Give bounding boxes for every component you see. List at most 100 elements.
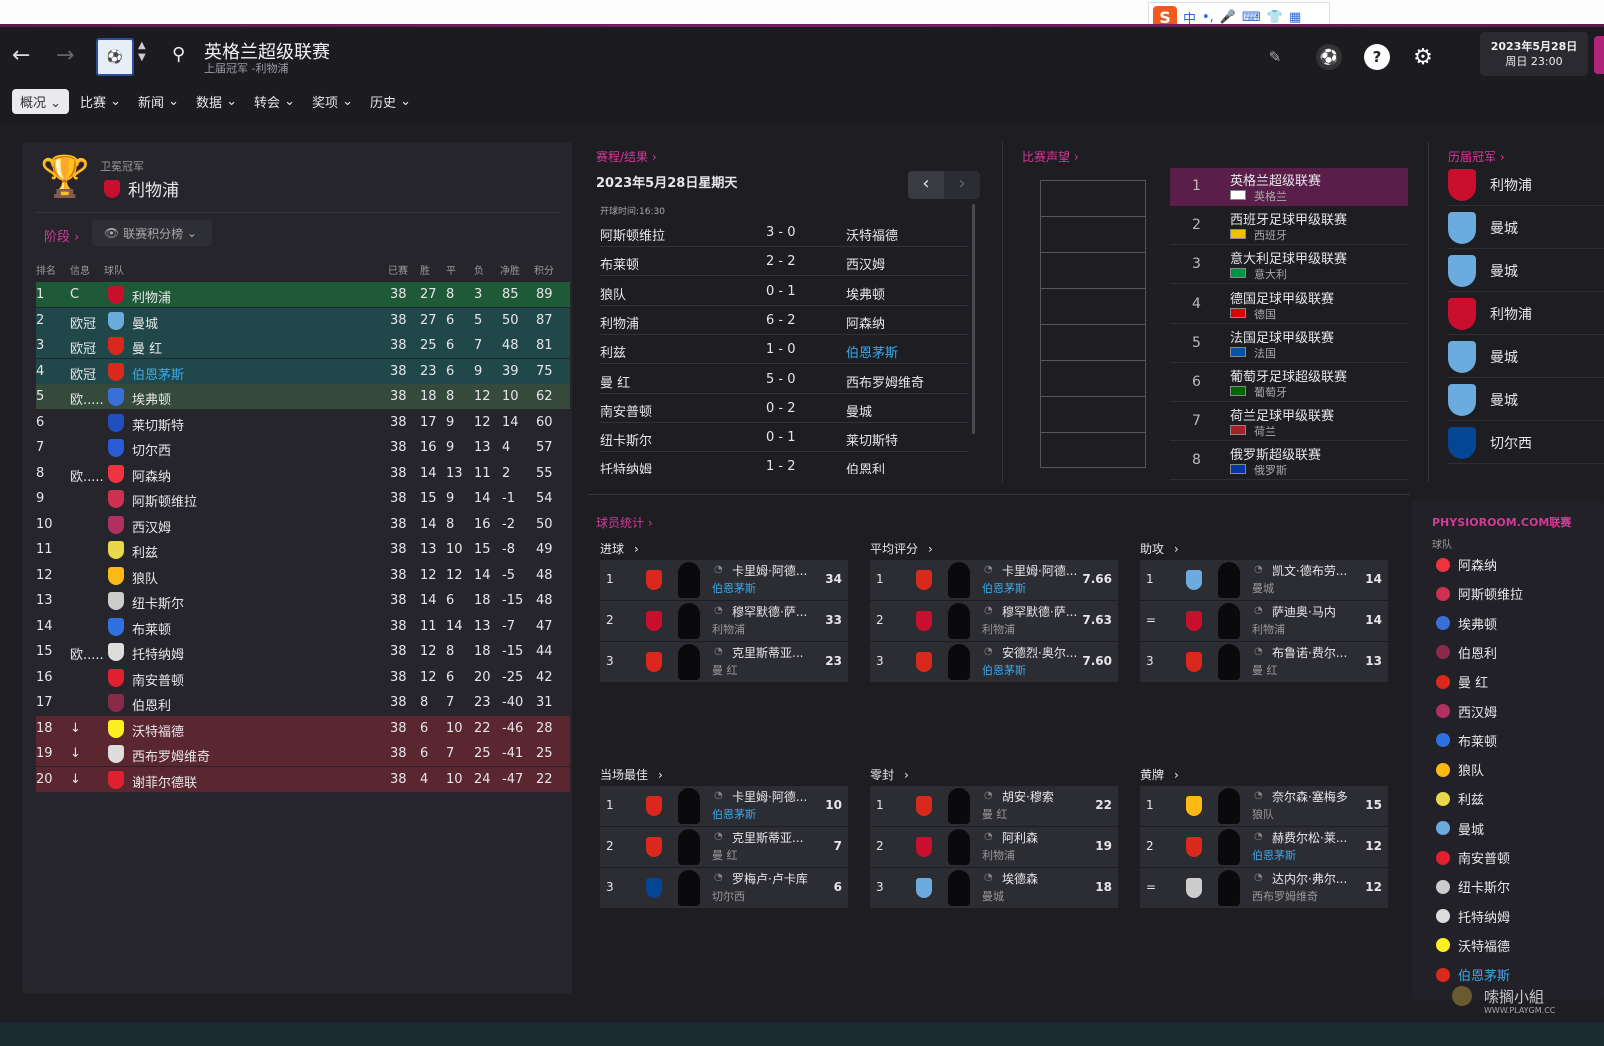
player-name[interactable]: 卡里姆·阿德... bbox=[1002, 562, 1077, 579]
fixture-score[interactable]: 2 - 2 bbox=[766, 254, 796, 269]
player-club[interactable]: 曼 红 bbox=[1252, 662, 1278, 678]
physio-team-row[interactable]: 伯恩利 bbox=[1432, 638, 1604, 667]
fixture-row[interactable]: 利兹 1 - 0 伯恩茅斯 bbox=[600, 335, 968, 365]
physio-team-row[interactable]: 阿森纳 bbox=[1432, 550, 1604, 579]
champion-team[interactable]: 利物浦 bbox=[104, 176, 179, 201]
physio-team-name[interactable]: 伯恩利 bbox=[1458, 643, 1497, 662]
fixture-row[interactable]: 曼 红 5 - 0 西布罗姆维奇 bbox=[600, 365, 968, 394]
reputation-row[interactable]: 6 葡萄牙足球超级联赛 葡萄牙 bbox=[1170, 364, 1408, 402]
fixture-row[interactable]: 南安普顿 0 - 2 曼城 bbox=[600, 394, 968, 423]
table-row[interactable]: 17 伯恩利 38 8 7 23 -40 31 bbox=[36, 690, 570, 715]
fixture-away[interactable]: 沃特福德 bbox=[846, 225, 898, 244]
ime-keyboard-icon[interactable]: ⌨ bbox=[1242, 10, 1261, 25]
edit-icon[interactable]: ✎ bbox=[1262, 44, 1288, 70]
reputation-name[interactable]: 法国足球甲级联赛 bbox=[1230, 327, 1334, 346]
player-club[interactable]: 曼城 bbox=[982, 888, 1004, 904]
champion-team-name[interactable]: 曼城 bbox=[1490, 261, 1518, 281]
reputation-row[interactable]: 2 西班牙足球甲级联赛 西班牙 bbox=[1170, 207, 1408, 246]
reputation-row[interactable]: 4 德国足球甲级联赛 德国 bbox=[1170, 286, 1408, 324]
player-name[interactable]: 胡安·穆索 bbox=[1002, 788, 1054, 805]
player-club[interactable]: 利物浦 bbox=[1252, 621, 1285, 637]
player-club[interactable]: 伯恩茅斯 bbox=[982, 580, 1026, 596]
player-club[interactable]: 利物浦 bbox=[712, 621, 745, 637]
player-club[interactable]: 利物浦 bbox=[982, 847, 1015, 863]
menu-tab-history[interactable]: 历史 ⌄ bbox=[370, 87, 411, 115]
fixture-row[interactable]: 托特纳姆 1 - 2 伯恩利 bbox=[600, 452, 968, 474]
reputation-name[interactable]: 西班牙足球甲级联赛 bbox=[1230, 209, 1347, 228]
table-row[interactable]: 18 ↓ 沃特福德 38 6 10 22 -46 28 bbox=[36, 715, 570, 741]
player-name[interactable]: 穆罕默德·萨... bbox=[732, 603, 807, 620]
fixture-away[interactable]: 伯恩茅斯 bbox=[846, 342, 898, 361]
player-stat-row[interactable]: 3 ◔ 埃德森 曼城 18 bbox=[870, 868, 1118, 908]
fixture-home[interactable]: 利兹 bbox=[600, 342, 626, 361]
player-stat-row[interactable]: 1 ◔ 卡里姆·阿德... 伯恩茅斯 10 bbox=[600, 786, 848, 826]
table-row[interactable]: 6 莱切斯特 38 17 9 12 14 60 bbox=[36, 410, 570, 435]
physio-team-name[interactable]: 沃特福德 bbox=[1458, 936, 1510, 955]
row-team[interactable]: 利物浦 bbox=[132, 287, 171, 306]
table-header-cell[interactable]: 平 bbox=[446, 262, 456, 277]
table-header-cell[interactable]: 排名 bbox=[36, 262, 56, 277]
player-club[interactable]: 伯恩茅斯 bbox=[982, 662, 1026, 678]
reputation-row[interactable]: 5 法国足球甲级联赛 法国 bbox=[1170, 325, 1408, 363]
fixture-row[interactable]: 阿斯顿维拉 3 - 0 沃特福德 bbox=[600, 218, 968, 247]
fixture-score[interactable]: 0 - 2 bbox=[766, 401, 796, 416]
fixture-row[interactable]: 纽卡斯尔 0 - 1 莱切斯特 bbox=[600, 423, 968, 453]
champion-team-name[interactable]: 曼城 bbox=[1490, 218, 1518, 238]
player-stat-row[interactable]: = ◔ 达内尔·弗尔... 西布罗姆维奇 12 bbox=[1140, 868, 1388, 908]
player-club[interactable]: 伯恩茅斯 bbox=[712, 806, 756, 822]
table-header-cell[interactable]: 球队 bbox=[104, 262, 124, 277]
stat-group-title[interactable]: 零封 › bbox=[870, 766, 909, 783]
reputation-link[interactable]: 比赛声望 › bbox=[1022, 148, 1079, 165]
physio-team-row[interactable]: 托特纳姆 bbox=[1432, 902, 1604, 931]
player-stat-row[interactable]: 3 ◔ 罗梅卢·卢卡库 切尔西 6 bbox=[600, 868, 848, 908]
physio-team-name[interactable]: 南安普顿 bbox=[1458, 848, 1510, 867]
fixture-home[interactable]: 阿斯顿维拉 bbox=[600, 225, 665, 244]
row-team[interactable]: 南安普顿 bbox=[132, 670, 184, 689]
player-club[interactable]: 曼 红 bbox=[982, 806, 1008, 822]
ime-mic-icon[interactable]: 🎤 bbox=[1220, 10, 1236, 25]
row-team[interactable]: 曼 红 bbox=[132, 338, 162, 357]
physio-team-name[interactable]: 狼队 bbox=[1458, 760, 1484, 779]
fixture-away[interactable]: 西汉姆 bbox=[846, 254, 885, 273]
player-stat-row[interactable]: 1 ◔ 凯文·德布劳... 曼城 14 bbox=[1140, 560, 1388, 600]
reputation-name[interactable]: 葡萄牙足球超级联赛 bbox=[1230, 366, 1347, 385]
player-club[interactable]: 伯恩茅斯 bbox=[712, 580, 756, 596]
reputation-name[interactable]: 俄罗斯超级联赛 bbox=[1230, 444, 1321, 463]
row-team[interactable]: 西布罗姆维奇 bbox=[132, 746, 210, 765]
fixture-away[interactable]: 莱切斯特 bbox=[846, 430, 898, 449]
search-icon[interactable]: ⚲ bbox=[172, 44, 185, 65]
player-stat-row[interactable]: 2 ◔ 克里斯蒂亚... 曼 红 7 bbox=[600, 827, 848, 867]
player-name[interactable]: 卡里姆·阿德... bbox=[732, 562, 807, 579]
stat-group-title[interactable]: 进球 › bbox=[600, 540, 639, 557]
reputation-row[interactable]: 1 英格兰超级联赛 英格兰 bbox=[1170, 168, 1408, 206]
reputation-row[interactable]: 8 俄罗斯超级联赛 俄罗斯 bbox=[1170, 442, 1408, 481]
row-team[interactable]: 阿森纳 bbox=[132, 466, 171, 485]
player-stat-row[interactable]: = ◔ 萨迪奥·马内 利物浦 14 bbox=[1140, 601, 1388, 641]
champion-row[interactable]: 曼城 bbox=[1448, 207, 1604, 249]
fixture-row[interactable]: 布莱顿 2 - 2 西汉姆 bbox=[600, 247, 968, 277]
row-team[interactable]: 阿斯顿维拉 bbox=[132, 491, 197, 510]
player-stat-row[interactable]: 1 ◔ 奈尔森·塞梅多 狼队 15 bbox=[1140, 786, 1388, 826]
table-header-cell[interactable]: 已赛 bbox=[388, 262, 408, 277]
physio-team-row[interactable]: 沃特福德 bbox=[1432, 931, 1604, 960]
player-name[interactable]: 凯文·德布劳... bbox=[1272, 562, 1347, 579]
fixture-home[interactable]: 纽卡斯尔 bbox=[600, 430, 652, 449]
table-row[interactable]: 11 利兹 38 13 10 15 -8 49 bbox=[36, 537, 570, 562]
table-row[interactable]: 7 切尔西 38 16 9 13 4 57 bbox=[36, 435, 570, 460]
menu-tab-stats[interactable]: 数据 ⌄ bbox=[196, 87, 237, 115]
player-name[interactable]: 赫费尔松·莱... bbox=[1272, 829, 1347, 846]
physio-team-name[interactable]: 布莱顿 bbox=[1458, 731, 1497, 750]
champion-team-name[interactable]: 利物浦 bbox=[1490, 304, 1532, 324]
stage-dropdown[interactable]: 👁 联赛积分榜 ⌄ bbox=[92, 220, 212, 246]
champion-team-name[interactable]: 曼城 bbox=[1490, 390, 1518, 410]
table-row[interactable]: 19 ↓ 西布罗姆维奇 38 6 7 25 -41 25 bbox=[36, 741, 570, 766]
table-row[interactable]: 14 布莱顿 38 11 14 13 -7 47 bbox=[36, 614, 570, 639]
player-stat-row[interactable]: 2 ◔ 穆罕默德·萨... 利物浦 33 bbox=[600, 601, 848, 641]
physio-team-name[interactable]: 阿斯顿维拉 bbox=[1458, 584, 1523, 603]
player-stat-row[interactable]: 3 ◔ 安德烈·奥尔... 伯恩茅斯 7.60 bbox=[870, 642, 1118, 682]
row-team[interactable]: 莱切斯特 bbox=[132, 415, 184, 434]
physio-team-row[interactable]: 狼队 bbox=[1432, 755, 1604, 784]
reputation-name[interactable]: 德国足球甲级联赛 bbox=[1230, 288, 1334, 307]
menu-tab-news[interactable]: 新闻 ⌄ bbox=[138, 87, 179, 115]
switch-competition-icon[interactable]: ▲ ▼ bbox=[138, 40, 146, 64]
